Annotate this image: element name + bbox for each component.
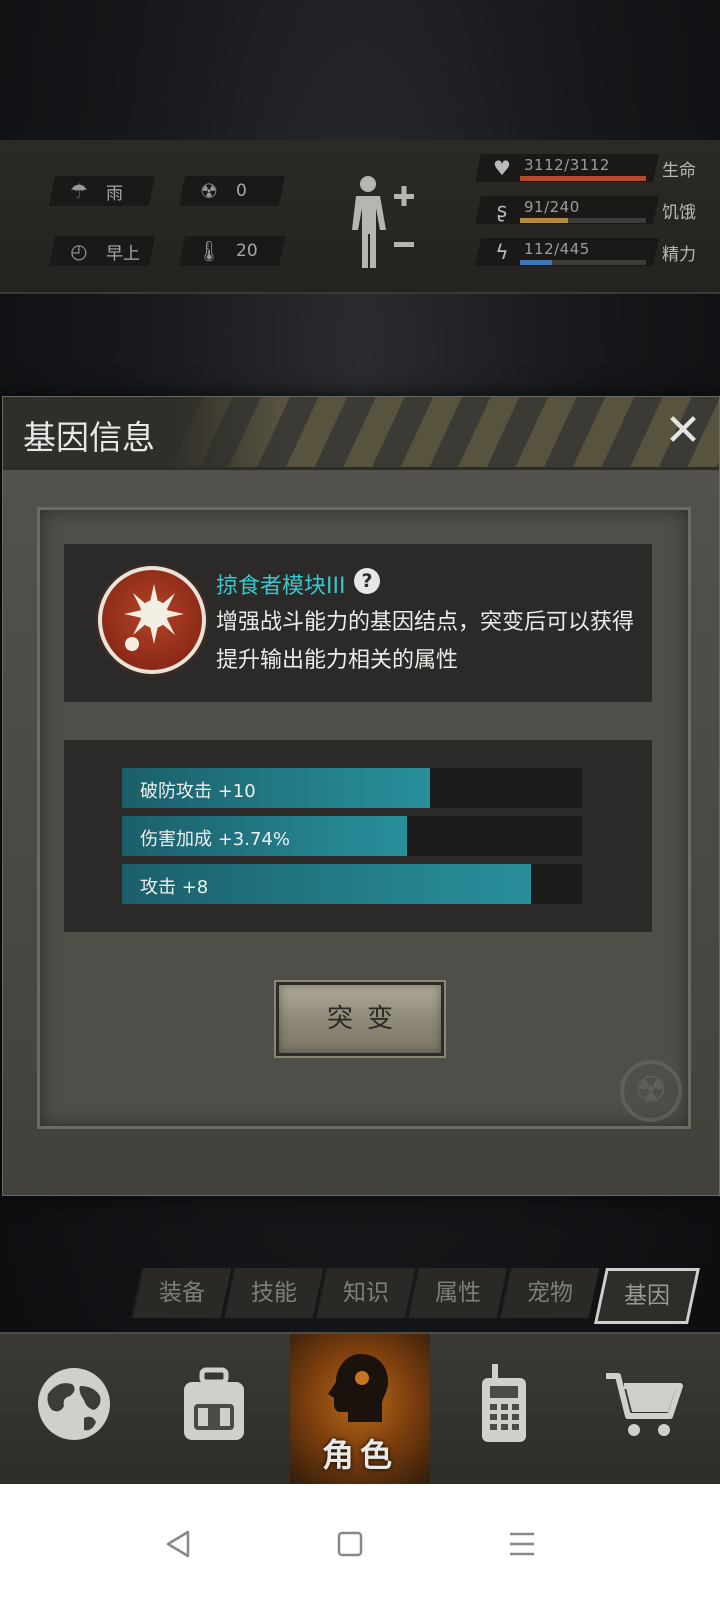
nav-shop[interactable] <box>574 1334 714 1484</box>
gene-info-dialog: 基因信息 ✕ 掠食者模块III ? 增强战斗能力的基因结点，突变后可以获得提升输… <box>2 396 720 1196</box>
nav-radio[interactable] <box>434 1334 574 1484</box>
nav-character[interactable]: 角色 <box>290 1334 430 1484</box>
close-button[interactable]: ✕ <box>661 409 705 453</box>
attribute-row: 攻击 +8 <box>122 864 582 904</box>
time-chip: ◴ 早上 <box>48 236 156 266</box>
character-icon <box>328 1354 388 1422</box>
globe-icon <box>38 1368 110 1440</box>
stomach-icon: ʂ <box>496 198 508 222</box>
dialog-header: 基因信息 ✕ <box>3 397 719 470</box>
vital-energy: ϟ 112/445 精力 <box>475 238 698 266</box>
nav-world[interactable] <box>4 1334 144 1484</box>
dialog-title: 基因信息 <box>23 418 155 457</box>
tab-knowledge[interactable]: 知识 <box>314 1268 416 1318</box>
tab-genes[interactable]: 基因 <box>594 1268 700 1324</box>
attribute-row: 破防攻击 +10 <box>122 768 582 808</box>
predator-gene-icon <box>98 566 206 674</box>
nav-backpack[interactable] <box>144 1334 284 1484</box>
back-triangle-icon[interactable] <box>158 1524 198 1564</box>
help-icon[interactable]: ? <box>354 568 380 594</box>
backpack-icon <box>184 1367 244 1440</box>
health-bar-fill <box>520 176 646 181</box>
mutate-button[interactable]: 突变 <box>276 982 444 1056</box>
bottom-nav: 角色 <box>0 1332 720 1484</box>
menu-lines-icon[interactable] <box>502 1524 542 1564</box>
weather-chip: ☂ 雨 <box>48 176 156 206</box>
radiation-value: 0 <box>236 181 247 201</box>
rain-cloud-icon: ☂ <box>70 179 88 203</box>
weather-value: 雨 <box>106 183 123 204</box>
energy-bar-fill <box>520 260 552 265</box>
heart-icon: ♥ <box>493 156 511 180</box>
attribute-box: 破防攻击 +10 伤害加成 +3.74% 攻击 +8 <box>64 740 652 932</box>
system-navigation-bar <box>0 1484 720 1604</box>
temperature-value: 20 <box>236 241 258 261</box>
temperature-chip: 🌡 20 <box>178 236 286 266</box>
radiation-watermark-icon: ☢ <box>620 1060 682 1122</box>
radiation-chip: ☢ 0 <box>178 176 286 206</box>
status-bar: ☂ 雨 ☢ 0 ◴ 早上 🌡 20 ♥ 3112/3112 生命 ʂ 91/24… <box>0 140 720 294</box>
hunger-bar-fill <box>520 218 568 223</box>
tab-skills[interactable]: 技能 <box>222 1268 324 1318</box>
gene-panel: 掠食者模块III ? 增强战斗能力的基因结点，突变后可以获得提升输出能力相关的属… <box>37 507 691 1129</box>
tab-equipment[interactable]: 装备 <box>130 1268 232 1318</box>
home-square-icon[interactable] <box>330 1524 370 1564</box>
thermometer-icon: 🌡 <box>196 239 222 263</box>
cart-icon <box>606 1373 683 1436</box>
tab-pets[interactable]: 宠物 <box>498 1268 600 1318</box>
character-subtabs: 装备 技能 知识 属性 宠物 基因 <box>130 1268 700 1324</box>
energy-icon: ϟ <box>495 240 509 264</box>
attribute-row: 伤害加成 +3.74% <box>122 816 582 856</box>
radiation-icon: ☢ <box>200 179 218 203</box>
clock-icon: ◴ <box>70 239 88 263</box>
radio-icon <box>482 1364 526 1442</box>
vital-health: ♥ 3112/3112 生命 <box>475 154 698 182</box>
vital-hunger: ʂ 91/240 饥饿 <box>475 196 698 224</box>
nav-character-label: 角色 <box>321 1436 398 1474</box>
gene-name: 掠食者模块III <box>216 574 346 599</box>
body-figure-icon[interactable] <box>346 174 426 274</box>
gene-info-box: 掠食者模块III ? 增强战斗能力的基因结点，突变后可以获得提升输出能力相关的属… <box>64 544 652 702</box>
tab-attributes[interactable]: 属性 <box>406 1268 508 1318</box>
gene-description: 增强战斗能力的基因结点，突变后可以获得提升输出能力相关的属性 <box>216 610 635 673</box>
time-value: 早上 <box>106 243 140 264</box>
